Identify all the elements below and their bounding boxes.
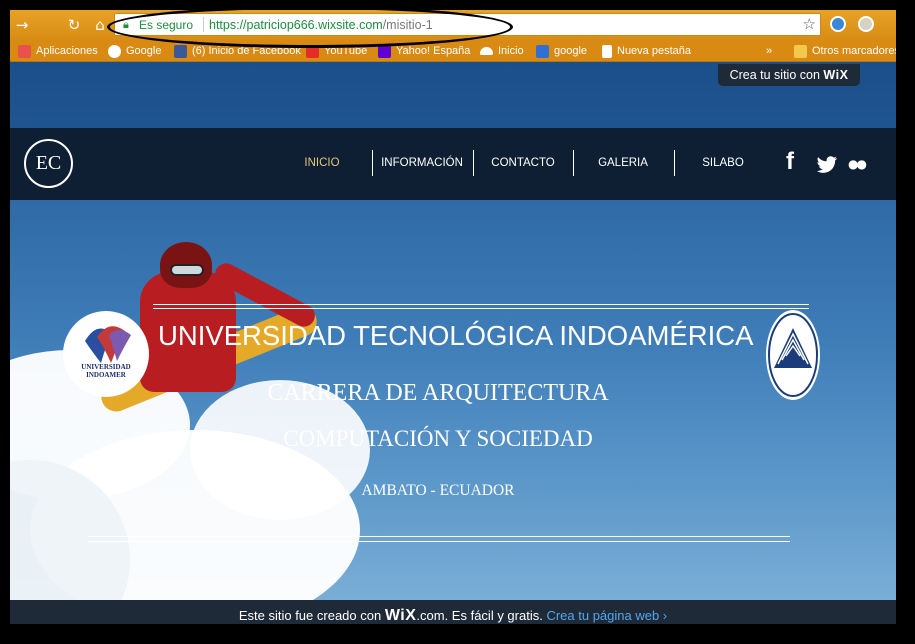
flickr-icon[interactable]: ●●	[848, 157, 867, 171]
page-icon	[602, 44, 612, 58]
hero-subtitle-carrera: CARRERA DE ARQUITECTURA	[267, 380, 609, 406]
facebook-icon	[174, 44, 187, 58]
bookmark-label: Google	[126, 45, 162, 57]
cloud-icon	[480, 47, 493, 55]
divider-line	[153, 304, 809, 305]
bookmark-apps[interactable]: Aplicaciones	[18, 43, 98, 59]
seal-emblem-icon	[85, 326, 131, 363]
hero-title: UNIVERSIDAD TECNOLÓGICA INDOAMÉRICA	[158, 320, 754, 351]
folder-icon	[794, 44, 807, 58]
hero-subtitle-materia: COMPUTACIÓN Y SOCIEDAD	[283, 426, 593, 451]
footer-text: Este sitio fue creado con	[238, 608, 382, 623]
hero-city: AMBATO - ECUADOR	[361, 482, 515, 499]
divider-line	[88, 536, 790, 537]
bookmark-label: Otros marcadores	[812, 45, 896, 57]
twitter-icon[interactable]	[816, 156, 838, 174]
nav-galeria[interactable]: GALERIA	[573, 157, 673, 169]
university-seal-left: UNIVERSIDAD INDOAMER	[63, 311, 149, 397]
nav-inicio[interactable]: INICIO	[272, 157, 372, 169]
bookmark-star-icon[interactable]: ☆	[803, 15, 816, 33]
bookmark-otros-marcadores[interactable]: Otros marcadores	[794, 43, 896, 59]
bookmark-label: Inicio	[498, 45, 524, 57]
browser-window: → ↻ ⌂ 🔒︎ Es seguro https://patriciop666.…	[10, 10, 896, 624]
wix-badge-brand: WiX	[823, 68, 849, 82]
bookmark-label: Yahoo! España	[396, 45, 471, 57]
bookmark-google[interactable]: Google	[108, 43, 161, 59]
nav-silabo[interactable]: SILABO	[673, 157, 773, 169]
overflow-chevron-icon: »	[766, 45, 773, 57]
bookmark-label: Aplicaciones	[36, 45, 98, 57]
create-site-link[interactable]: Crea tu página web ›	[546, 608, 667, 623]
goggles-shape	[170, 264, 204, 276]
nav-contacto[interactable]: CONTACTO	[473, 157, 573, 169]
nav-informacion[interactable]: INFORMACIÓN	[372, 157, 472, 169]
cloud-extension-icon[interactable]	[830, 16, 846, 32]
apps-grid-icon	[18, 44, 31, 58]
profile-avatar[interactable]	[858, 16, 874, 32]
forward-icon[interactable]: →	[12, 15, 32, 35]
bookmark-google-b1[interactable]: google	[536, 43, 587, 59]
bookmark-nueva-pestana[interactable]: Nueva pestaña	[602, 43, 691, 59]
wix-page: Crea tu sitio con WiX EC INICIO INFORMAC…	[10, 62, 896, 624]
google-icon	[108, 44, 121, 58]
wix-footer-bar: Este sitio fue creado con WiX.com. Es fá…	[10, 600, 896, 624]
wix-badge-text: Crea tu sitio con	[729, 68, 820, 82]
reload-icon[interactable]: ↻	[64, 15, 84, 35]
wix-create-badge[interactable]: Crea tu sitio con WiX	[718, 64, 860, 86]
bookmarks-bar: Aplicaciones Google (6) Inicio de Facebo…	[10, 40, 896, 62]
site-logo[interactable]: EC	[24, 139, 73, 188]
site-header: EC INICIO INFORMACIÓN CONTACTO GALERIA S…	[10, 128, 896, 200]
seal-building-icon	[768, 313, 818, 397]
divider-line	[88, 541, 790, 542]
hero-banner: UNIVERSIDAD INDOAMER UNIVERSIDAD TECNOLÓ…	[10, 200, 896, 600]
footer-text-suffix: .com. Es fácil y gratis.	[416, 608, 543, 623]
b1-icon	[536, 44, 549, 58]
footer-wix-brand: WiX	[384, 607, 417, 624]
bookmark-inicio[interactable]: Inicio	[480, 43, 524, 59]
seal-left-label: UNIVERSIDAD INDOAMER	[81, 363, 131, 379]
divider-line	[153, 308, 809, 309]
university-seal-right	[766, 310, 820, 400]
bookmark-label: Nueva pestaña	[617, 45, 691, 57]
facebook-icon[interactable]: f	[786, 148, 794, 176]
bookmark-label: google	[554, 45, 588, 57]
bookmarks-overflow-button[interactable]: »	[766, 43, 772, 59]
